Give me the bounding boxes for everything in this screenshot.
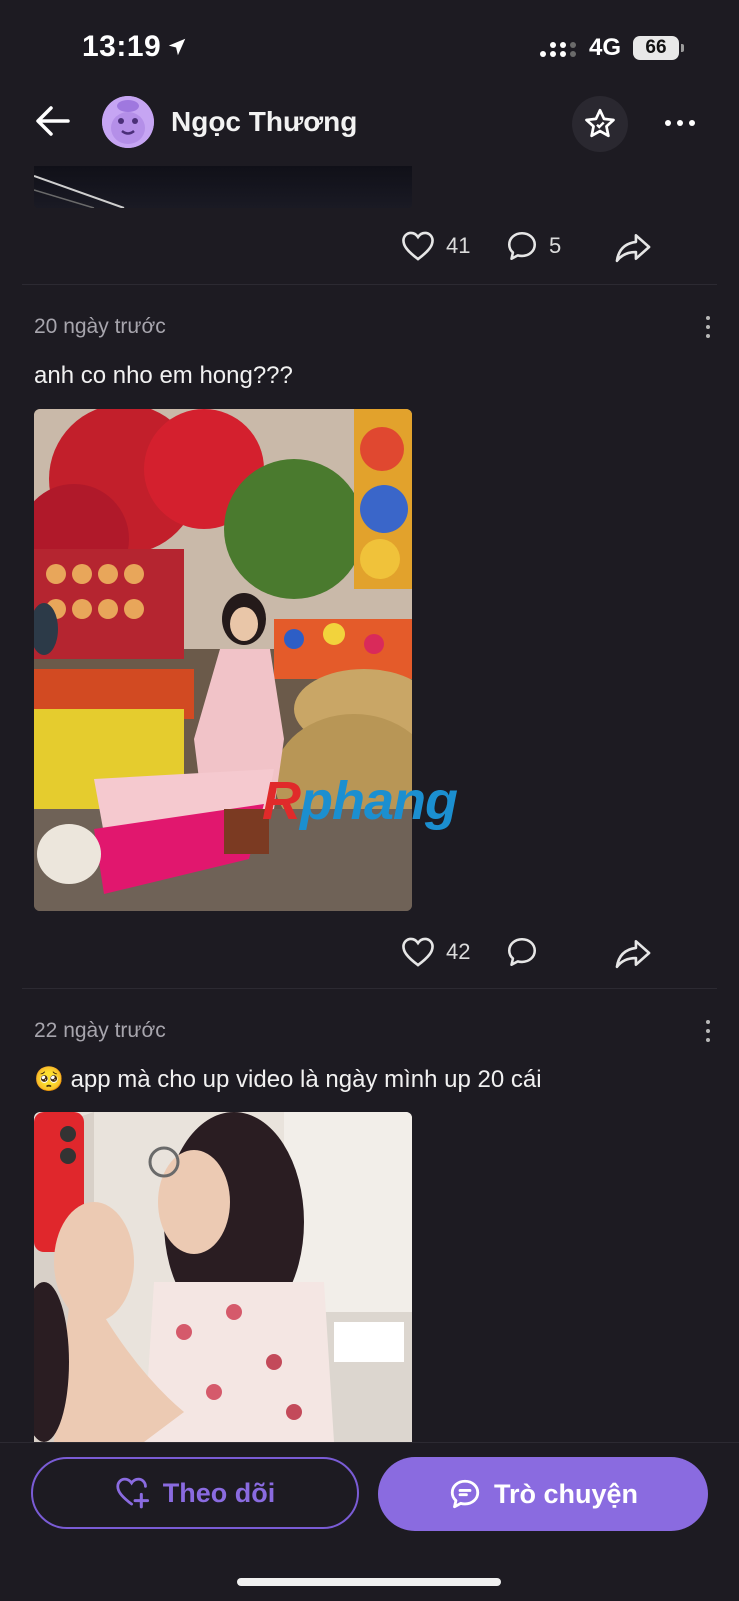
share-icon[interactable] xyxy=(614,936,652,970)
home-indicator[interactable] xyxy=(237,1578,501,1586)
comment-action[interactable]: 5 xyxy=(505,229,561,263)
post-caption: 🥺 app mà cho up video là ngày mình up 20… xyxy=(34,1065,542,1094)
dot xyxy=(706,334,710,338)
post-image-previous[interactable] xyxy=(34,166,412,208)
profile-username: Ngọc Thương xyxy=(171,106,358,137)
chat-bubble-icon xyxy=(450,1479,480,1509)
photo-garden-scene xyxy=(34,409,412,911)
heart-plus-icon xyxy=(116,1477,149,1509)
heart-icon xyxy=(402,231,434,261)
signal-icon xyxy=(539,42,576,57)
watermark-text: phang xyxy=(300,771,458,831)
follow-button[interactable]: Theo dõi xyxy=(31,1457,359,1529)
dot xyxy=(706,316,710,320)
post-options-button[interactable] xyxy=(703,1020,713,1042)
network-label: 4G xyxy=(588,34,621,61)
back-arrow-icon[interactable] xyxy=(34,102,72,140)
post-caption-text: app mà cho up video là ngày mình up 20 c… xyxy=(70,1066,542,1093)
pleading-face-emoji: 🥺 xyxy=(34,1066,64,1093)
more-options-button[interactable] xyxy=(660,108,700,138)
post-options-button[interactable] xyxy=(703,316,713,338)
post-divider xyxy=(22,284,717,285)
comment-count: 5 xyxy=(549,233,562,258)
star-icon xyxy=(585,108,615,138)
status-time: 13:19 xyxy=(82,30,162,63)
photo-mirror-selfie xyxy=(34,1112,412,1442)
post-timestamp: 22 ngày trước xyxy=(34,1019,166,1042)
avatar-icon xyxy=(102,96,154,148)
comment-icon xyxy=(507,231,537,261)
watermark-logo: Rphang xyxy=(262,770,458,832)
like-action[interactable]: 41 xyxy=(400,230,470,262)
like-count: 41 xyxy=(446,233,471,258)
chat-button[interactable]: Trò chuyện xyxy=(378,1457,708,1531)
location-arrow-icon xyxy=(168,38,186,56)
post-image[interactable] xyxy=(34,1112,412,1442)
dot xyxy=(706,1038,710,1042)
more-horizontal-icon xyxy=(665,120,695,126)
battery-indicator: 66 xyxy=(633,36,684,60)
status-right: 4G 66 xyxy=(539,34,684,62)
post-timestamp: 20 ngày trước xyxy=(34,315,166,338)
like-action[interactable]: 42 xyxy=(400,936,470,968)
watermark-mark: R xyxy=(262,771,301,831)
follow-label: Theo dõi xyxy=(162,1477,276,1508)
dot xyxy=(706,1029,710,1033)
avatar[interactable] xyxy=(102,96,154,148)
comment-icon xyxy=(507,937,537,967)
post-divider xyxy=(22,988,717,989)
comment-action[interactable] xyxy=(505,935,549,969)
heart-icon xyxy=(402,937,434,967)
share-icon[interactable] xyxy=(614,230,652,264)
post-image[interactable] xyxy=(34,409,412,911)
chat-label: Trò chuyện xyxy=(493,1478,639,1509)
dot xyxy=(706,325,710,329)
favorite-button[interactable] xyxy=(572,96,628,152)
previous-image-fragment xyxy=(34,175,125,208)
like-count: 42 xyxy=(446,939,471,964)
dot xyxy=(706,1020,710,1024)
post-caption: anh co nho em hong??? xyxy=(34,362,293,389)
